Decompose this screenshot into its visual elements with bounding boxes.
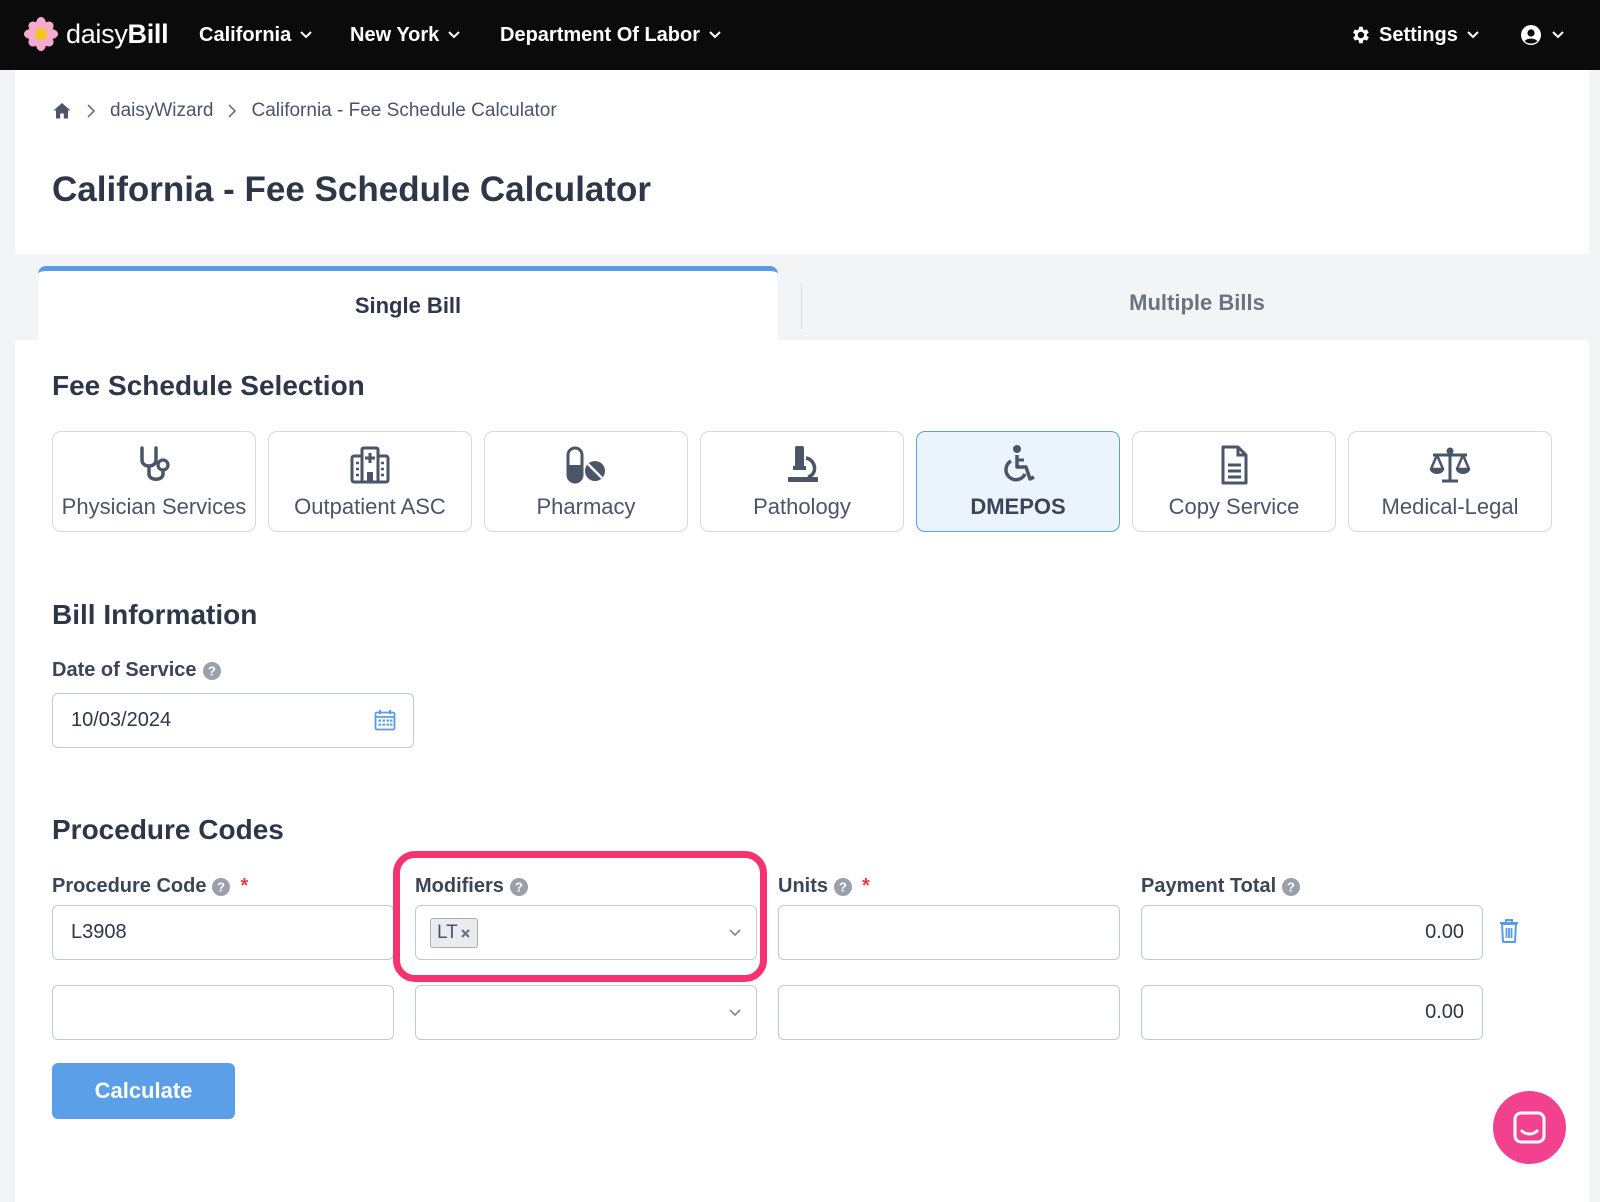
required-asterisk: * bbox=[240, 875, 249, 897]
page-title: California - Fee Schedule Calculator bbox=[52, 170, 652, 209]
date-of-service-input[interactable] bbox=[52, 693, 414, 748]
fee-schedule-physician-services[interactable]: Physician Services bbox=[52, 431, 256, 532]
breadcrumb-daisywizard-link[interactable]: daisyWizard bbox=[110, 100, 213, 122]
nav-california-menu[interactable]: California bbox=[199, 20, 313, 50]
fee-schedule-option-label: Outpatient ASC bbox=[294, 494, 446, 519]
brand-name: daisyBill bbox=[66, 18, 169, 49]
modifiers-select[interactable] bbox=[415, 985, 757, 1040]
procedure-code-label-text: Procedure Code bbox=[52, 875, 207, 897]
balance-scale-icon bbox=[1429, 447, 1471, 483]
gear-icon bbox=[1353, 26, 1369, 44]
payment-total-label: Payment Total ? bbox=[1141, 875, 1301, 898]
fee-schedule-pharmacy[interactable]: Pharmacy bbox=[484, 431, 688, 532]
svg-text:?: ? bbox=[218, 879, 226, 894]
stethoscope-icon bbox=[140, 446, 170, 481]
help-icon[interactable]: ? bbox=[509, 877, 528, 896]
nav-new-york-label: New York bbox=[350, 23, 440, 46]
chevron-down-icon bbox=[1467, 31, 1479, 39]
user-circle-icon bbox=[1521, 25, 1541, 45]
procedure-code-label: Procedure Code ? * bbox=[52, 875, 248, 898]
nav-settings-label: Settings bbox=[1379, 23, 1458, 46]
units-label-text: Units bbox=[778, 875, 828, 897]
date-of-service-label: Date of Service ? bbox=[52, 659, 221, 682]
svg-text:?: ? bbox=[1287, 879, 1295, 894]
help-icon[interactable]: ? bbox=[834, 877, 852, 896]
calendar-icon[interactable] bbox=[374, 709, 396, 731]
fee-schedule-option-label: Pharmacy bbox=[536, 494, 636, 519]
brand-logo[interactable]: daisyBill bbox=[24, 17, 169, 51]
units-label: Units ? * bbox=[778, 875, 870, 898]
tab-multiple-bills[interactable]: Multiple Bills bbox=[802, 266, 1592, 340]
nav-settings-menu[interactable]: Settings bbox=[1349, 20, 1480, 50]
payment-total-label-text: Payment Total bbox=[1141, 875, 1277, 897]
chevron-down-icon bbox=[1552, 31, 1564, 39]
fee-schedule-option-label: Copy Service bbox=[1168, 494, 1300, 519]
nav-department-of-labor-menu[interactable]: Department Of Labor bbox=[500, 20, 722, 50]
home-icon[interactable] bbox=[52, 101, 72, 121]
fee-schedule-dmepos[interactable]: DMEPOS bbox=[916, 431, 1120, 532]
help-icon[interactable]: ? bbox=[202, 661, 221, 680]
wheelchair-icon bbox=[1004, 445, 1035, 482]
units-input[interactable] bbox=[778, 985, 1120, 1040]
daisy-flower-icon bbox=[24, 17, 58, 51]
nav-california-label: California bbox=[199, 23, 292, 46]
fee-schedule-medical-legal[interactable]: Medical-Legal bbox=[1348, 431, 1552, 532]
fee-schedule-pathology[interactable]: Pathology bbox=[700, 431, 904, 532]
chat-icon bbox=[1513, 1111, 1546, 1144]
help-icon[interactable]: ? bbox=[212, 877, 231, 896]
breadcrumb: daisyWizard California - Fee Schedule Ca… bbox=[52, 100, 557, 122]
nav-new-york-menu[interactable]: New York bbox=[350, 20, 461, 50]
microscope-icon bbox=[788, 446, 818, 482]
breadcrumb-current-page: California - Fee Schedule Calculator bbox=[251, 100, 557, 121]
svg-text:?: ? bbox=[839, 879, 847, 894]
modifiers-label: Modifiers ? bbox=[415, 875, 528, 898]
fee-schedule-option-label: Medical-Legal bbox=[1381, 494, 1519, 519]
chevron-right-icon bbox=[87, 104, 96, 118]
svg-text:?: ? bbox=[515, 879, 523, 894]
chevron-down-icon bbox=[300, 31, 312, 39]
calculate-button[interactable]: Calculate bbox=[52, 1063, 235, 1119]
document-icon bbox=[1221, 445, 1248, 485]
fee-schedule-option-label: DMEPOS bbox=[970, 494, 1066, 519]
modifiers-select[interactable]: LT bbox=[415, 905, 757, 960]
tab-single-bill[interactable]: Single Bill bbox=[38, 266, 778, 340]
nav-user-menu[interactable] bbox=[1519, 20, 1565, 50]
date-of-service-label-text: Date of Service bbox=[52, 659, 197, 681]
modifier-tag-label: LT bbox=[437, 922, 458, 943]
units-input[interactable] bbox=[778, 905, 1120, 960]
chevron-right-icon bbox=[228, 104, 237, 118]
top-navbar: daisyBill California New York Department… bbox=[0, 0, 1600, 70]
chevron-down-icon bbox=[729, 929, 741, 937]
bill-information-section-title: Bill Information bbox=[52, 599, 258, 630]
procedure-codes-section-title: Procedure Codes bbox=[52, 814, 284, 845]
fee-schedule-option-label: Pathology bbox=[753, 494, 851, 519]
modifiers-label-text: Modifiers bbox=[415, 875, 504, 897]
trash-icon[interactable] bbox=[1498, 918, 1520, 944]
fee-schedule-copy-service[interactable]: Copy Service bbox=[1132, 431, 1336, 532]
payment-total-input[interactable] bbox=[1141, 985, 1483, 1040]
chat-launcher-button[interactable] bbox=[1493, 1091, 1566, 1164]
required-asterisk: * bbox=[862, 875, 870, 897]
fee-schedule-outpatient-asc[interactable]: Outpatient ASC bbox=[268, 431, 472, 532]
modifier-tag: LT bbox=[430, 918, 478, 948]
header-card bbox=[15, 70, 1589, 254]
payment-total-input[interactable] bbox=[1141, 905, 1483, 960]
svg-text:?: ? bbox=[208, 663, 216, 678]
procedure-code-input[interactable] bbox=[52, 905, 394, 960]
fee-schedule-option-label: Physician Services bbox=[61, 494, 247, 519]
chevron-down-icon bbox=[709, 31, 721, 39]
fee-schedule-section-title: Fee Schedule Selection bbox=[52, 370, 365, 401]
nav-dol-label: Department Of Labor bbox=[500, 23, 701, 46]
chevron-down-icon bbox=[729, 1009, 741, 1017]
remove-tag-icon[interactable] bbox=[460, 928, 471, 939]
pills-icon bbox=[566, 446, 605, 484]
hospital-icon bbox=[350, 446, 390, 484]
procedure-code-input[interactable] bbox=[52, 985, 394, 1040]
help-icon[interactable]: ? bbox=[1282, 877, 1301, 896]
chevron-down-icon bbox=[448, 31, 461, 39]
